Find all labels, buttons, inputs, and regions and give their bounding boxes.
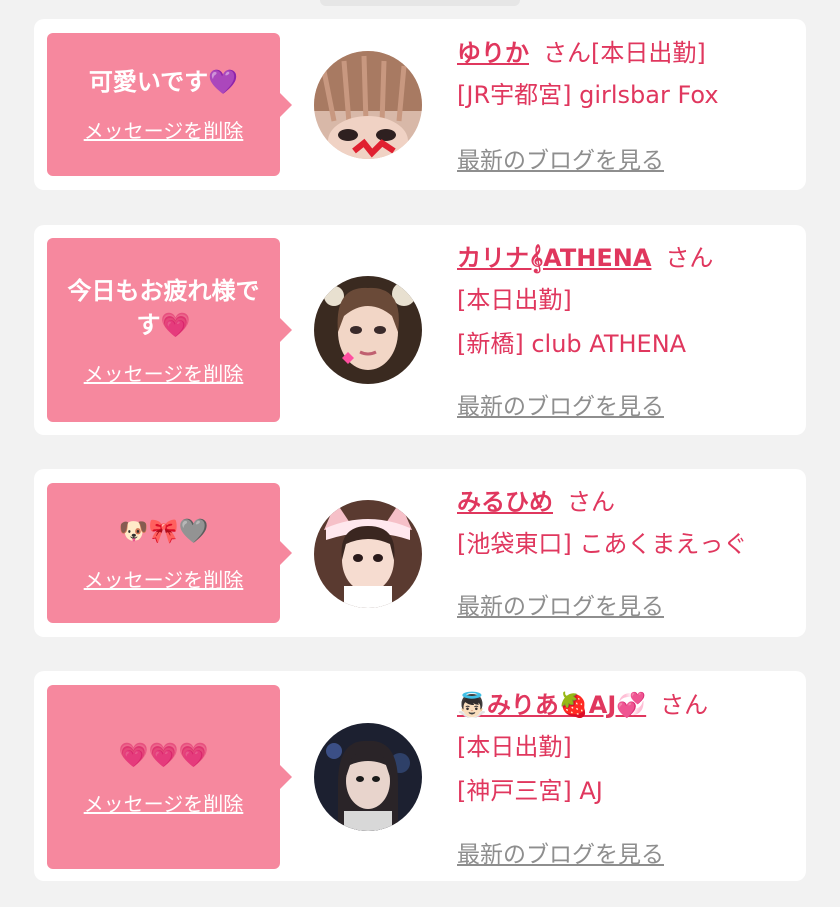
message-card: 可愛いです💜 メッセージを削除 ゆりか さん[本日出勤] [JR宇都宮] girl… [34,19,806,190]
name-row: みるひめ さん [457,482,796,522]
cast-name-link[interactable]: ゆりか [457,39,529,67]
name-row: カリナ𝄞ATHENA さん [457,238,796,278]
cast-name-link[interactable]: 👼🏻みりあ🍓AJ💞 [457,691,646,719]
honorific: さん [567,488,615,516]
name-row: ゆりか さん[本日出勤] [457,33,796,73]
message-bubble: 🐶🎀🩶 メッセージを削除 [47,483,292,623]
message-bubble: 💗💗💗 メッセージを削除 [47,685,292,869]
shop-line: [新橋] club ATHENA [457,330,687,358]
message-card: 💗💗💗 メッセージを削除 👼🏻みりあ🍓AJ💞 さん [本日出勤] [神戸三宮] A… [34,671,806,881]
cast-name-link[interactable]: みるひめ [457,488,553,516]
cast-name-link[interactable]: カリナ𝄞ATHENA [457,244,651,272]
cast-info: ゆりか さん[本日出勤] [JR宇都宮] girlsbar Fox [457,33,796,117]
top-shadow [320,0,520,6]
avatar[interactable] [314,500,422,608]
message-card: 今日もお疲れ様です💗 メッセージを削除 カリナ𝄞ATHENA さん [本日出勤] … [34,225,806,435]
status-line: [本日出勤] [457,733,572,761]
name-row: 👼🏻みりあ🍓AJ💞 さん [457,685,796,725]
delete-message-link[interactable]: メッセージを削除 [84,564,244,593]
honorific: さん [665,244,714,272]
avatar[interactable] [314,276,422,384]
delete-message-link[interactable]: メッセージを削除 [84,788,244,817]
latest-blog-link[interactable]: 最新のブログを見る [457,387,664,421]
status-line: [本日出勤] [457,286,572,314]
delete-message-link[interactable]: メッセージを削除 [84,358,244,387]
latest-blog-link[interactable]: 最新のブログを見る [457,141,664,175]
message-bubble: 可愛いです💜 メッセージを削除 [47,33,292,176]
latest-blog-link[interactable]: 最新のブログを見る [457,835,664,869]
message-card: 🐶🎀🩶 メッセージを削除 みるひめ さん [池袋東口] こあくまえっぐ 最新のブロ… [34,469,806,637]
cast-info: 👼🏻みりあ🍓AJ💞 さん [本日出勤] [神戸三宮] AJ [457,685,796,813]
avatar[interactable] [314,51,422,159]
cast-info: みるひめ さん [池袋東口] こあくまえっぐ [457,482,796,566]
honorific: さん [543,39,591,67]
cast-info: カリナ𝄞ATHENA さん [本日出勤] [新橋] club ATHENA [457,238,796,366]
latest-blog-link[interactable]: 最新のブログを見る [457,587,664,621]
message-text: 💗💗💗 [118,740,209,769]
shop-line: [JR宇都宮] girlsbar Fox [457,81,719,109]
status-badge: [本日出勤] [591,39,706,67]
shop-line: [神戸三宮] AJ [457,777,603,805]
honorific: さん [660,691,709,719]
delete-message-link[interactable]: メッセージを削除 [84,115,244,144]
avatar[interactable] [314,723,422,831]
message-bubble: 今日もお疲れ様です💗 メッセージを削除 [47,238,292,422]
message-text: 可愛いです💜 [88,68,239,96]
message-text: 今日もお疲れ様です💗 [67,276,260,339]
message-text: 🐶🎀🩶 [118,516,209,545]
shop-line: [池袋東口] こあくまえっぐ [457,530,748,558]
